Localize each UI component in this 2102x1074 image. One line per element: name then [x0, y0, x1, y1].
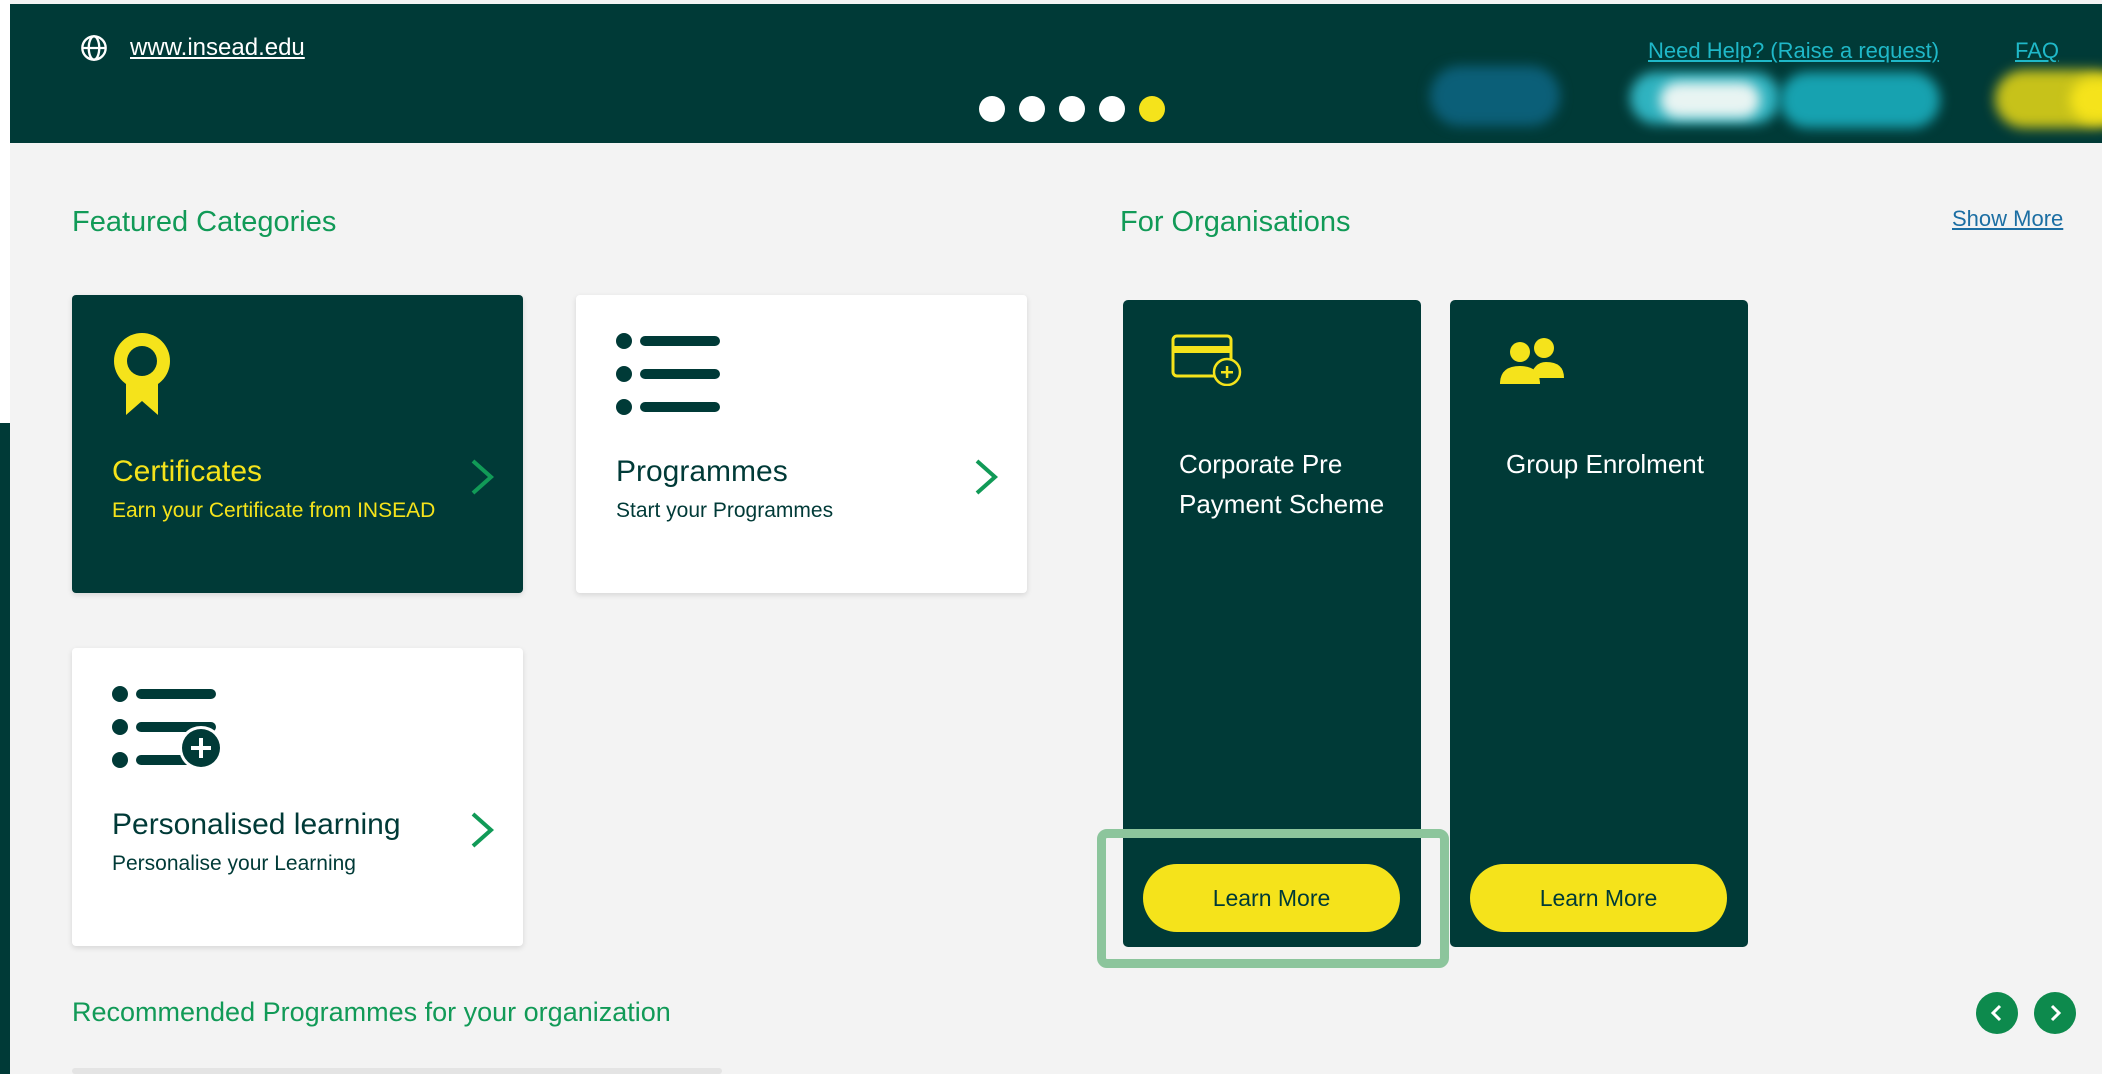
users-icon [1500, 338, 1564, 384]
card-title: Personalised learning [112, 808, 401, 841]
faq-link[interactable]: FAQ [2015, 38, 2059, 64]
card-subtitle: Start your Programmes [616, 499, 834, 522]
carousel-dot-5[interactable] [1139, 96, 1165, 122]
carousel-prev-button[interactable] [1976, 992, 2018, 1034]
left-edge [0, 0, 10, 1074]
show-more-link[interactable]: Show More [1952, 206, 2063, 232]
site-link[interactable]: www.insead.edu [80, 34, 305, 62]
card-title: Programmes [616, 455, 788, 488]
card-subtitle: Personalise your Learning [112, 852, 356, 875]
left-edge-light [0, 0, 10, 423]
left-edge-dark [0, 423, 10, 1074]
carousel-dot-1[interactable] [979, 96, 1005, 122]
featured-categories-title: Featured Categories [72, 206, 337, 238]
chevron-right-icon [975, 459, 999, 495]
learn-more-button[interactable]: Learn More [1470, 864, 1727, 932]
chevron-right-icon [471, 459, 495, 495]
card-title: Certificates [112, 455, 263, 488]
chevron-right-icon [471, 812, 495, 848]
group-enrolment-card: Group Enrolment Learn More [1450, 300, 1748, 947]
recommended-card-peek [72, 1068, 722, 1074]
globe-icon [81, 35, 107, 61]
org-card-title: Group Enrolment [1506, 449, 1704, 479]
card-subtitle: Earn your Certificate from INSEAD [112, 499, 436, 522]
chevron-left-icon [1990, 1004, 2002, 1022]
programmes-card[interactable]: Programmes Start your Programmes [576, 295, 1027, 593]
carousel-dot-2[interactable] [1019, 96, 1045, 122]
carousel-dot-4[interactable] [1099, 96, 1125, 122]
carousel-next-button[interactable] [2034, 992, 2076, 1034]
carousel-dots [979, 96, 1165, 122]
corporate-prepayment-card: Corporate Pre Payment Scheme Learn More [1123, 300, 1421, 947]
chevron-right-icon [2050, 1004, 2062, 1022]
certificates-card[interactable]: Certificates Earn your Certificate from … [72, 295, 523, 593]
list-add-icon [112, 686, 223, 770]
need-help-link[interactable]: Need Help? (Raise a request) [1648, 38, 1939, 64]
carousel-dot-3[interactable] [1059, 96, 1085, 122]
org-card-title: Corporate Pre Payment Scheme [1179, 449, 1385, 519]
award-ribbon-icon [114, 333, 170, 415]
credit-card-plus-icon [1171, 334, 1242, 386]
header-banner: www.insead.edu Need Help? (Raise a reque… [10, 4, 2102, 143]
list-icon [616, 333, 720, 415]
learn-more-button[interactable]: Learn More [1143, 864, 1400, 932]
insead-website-link[interactable]: www.insead.edu [130, 34, 305, 62]
recommended-title: Recommended Programmes for your organiza… [72, 997, 671, 1027]
personalised-learning-card[interactable]: Personalised learning Personalise your L… [72, 648, 523, 946]
for-organisations-title: For Organisations [1120, 206, 1351, 238]
